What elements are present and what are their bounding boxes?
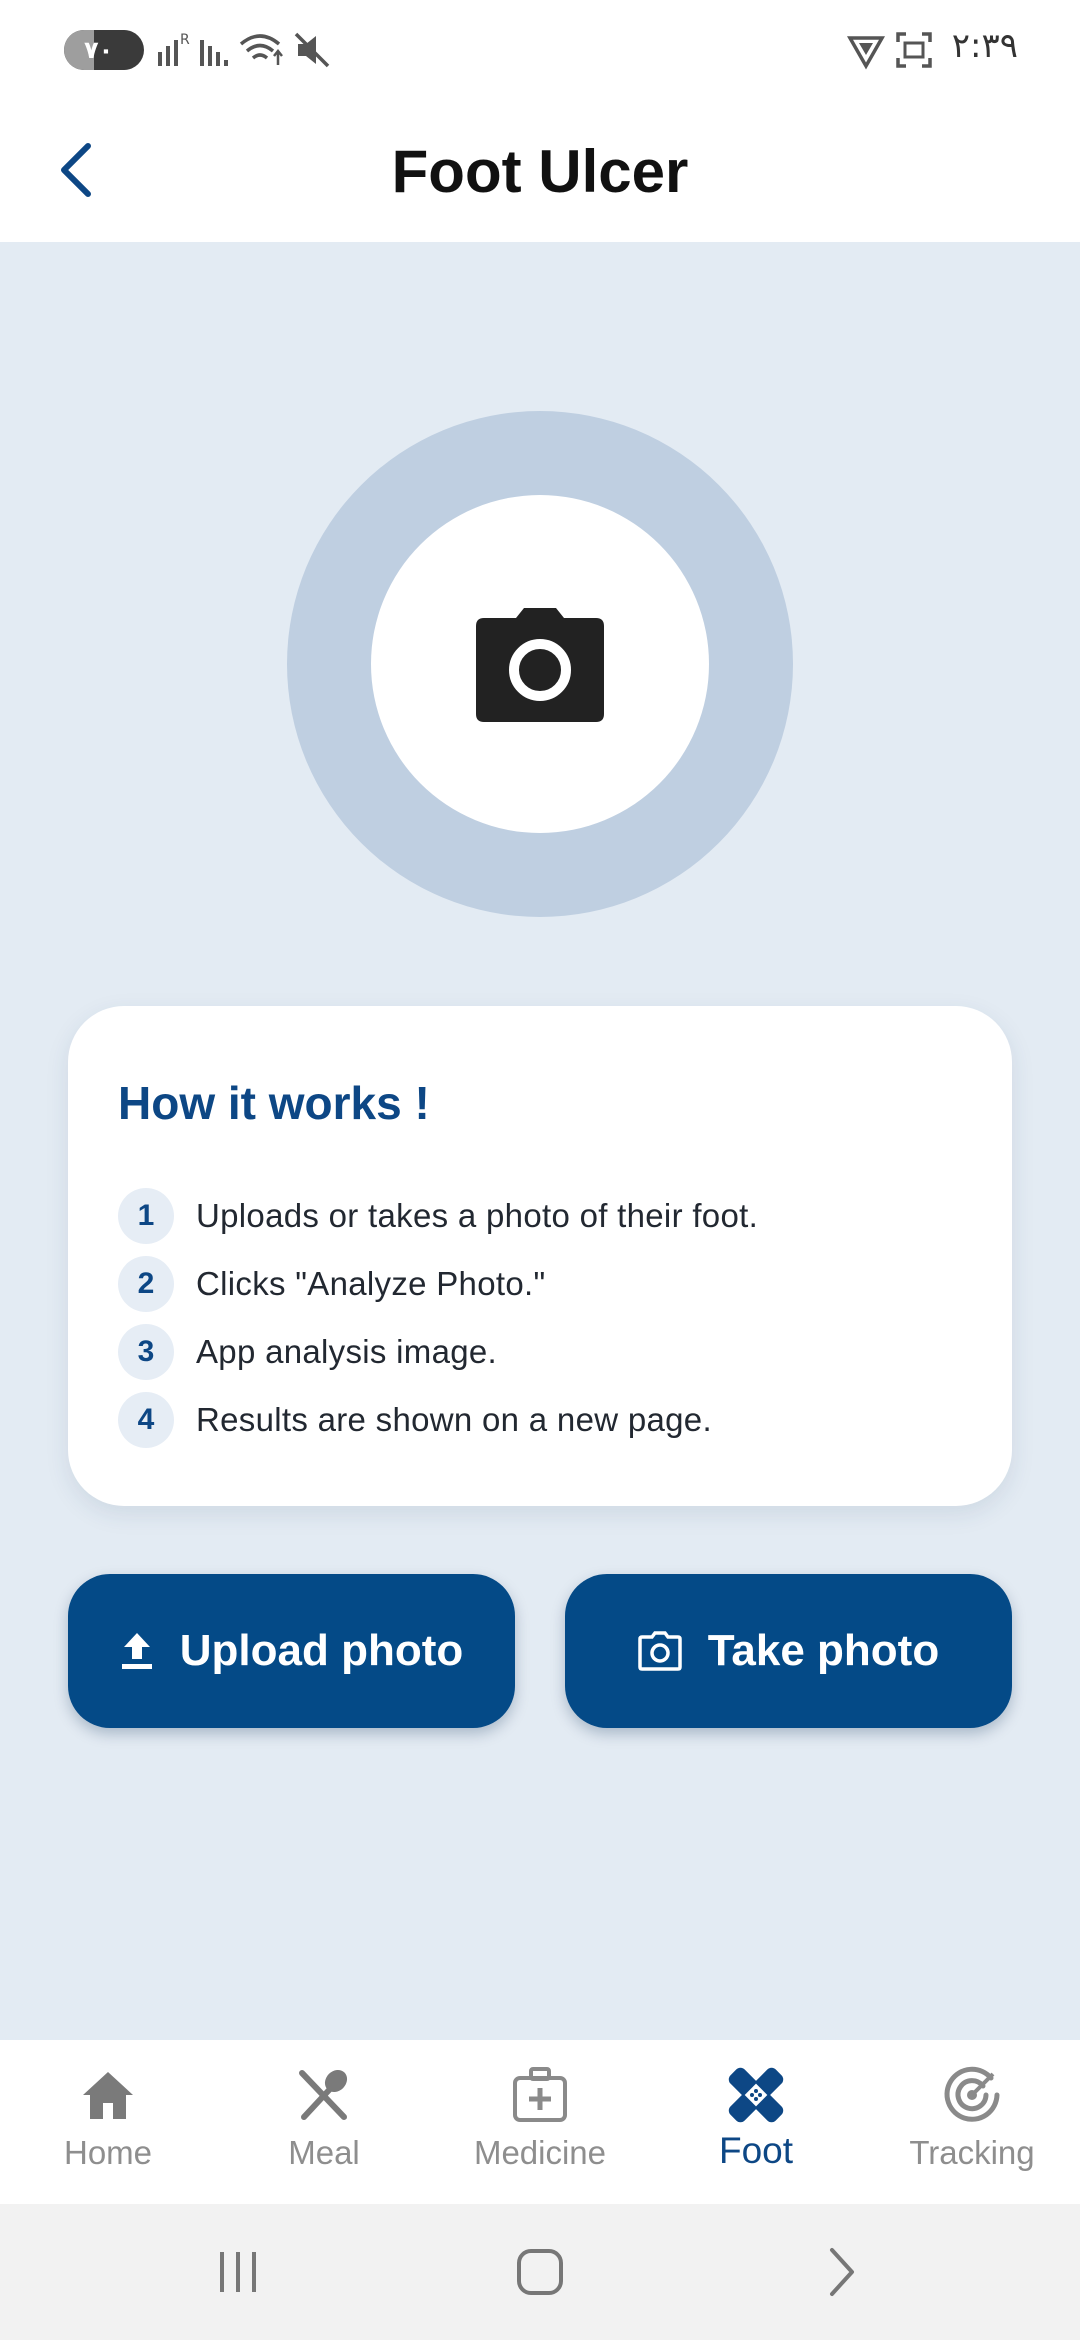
nav-item-foot[interactable]: Foot — [648, 2040, 864, 2204]
take-photo-label: Take photo — [707, 1626, 940, 1675]
step-number: 1 — [118, 1188, 174, 1244]
status-bar: ۷۰ R ۲:۳۹ — [0, 0, 1080, 100]
card-title: How it works ! — [118, 1077, 430, 1129]
bandage-icon — [726, 2064, 786, 2126]
nav-item-tracking[interactable]: Tracking — [864, 2040, 1080, 2204]
step-text: Results are shown on a new page. — [196, 1401, 712, 1438]
nav-label: Foot — [718, 2130, 794, 2171]
back-system-button[interactable] — [802, 2244, 882, 2300]
photo-placeholder[interactable] — [287, 411, 793, 917]
target-icon — [943, 2064, 1001, 2126]
upload-icon — [120, 1631, 154, 1671]
page-title: Foot Ulcer — [391, 137, 689, 205]
app-header: Foot Ulcer — [0, 100, 1080, 242]
medical-kit-icon — [511, 2064, 569, 2126]
nav-item-medicine[interactable]: Medicine — [432, 2040, 648, 2204]
wifi-icon — [239, 34, 283, 65]
list-item: 2 Clicks "Analyze Photo." — [118, 1250, 758, 1318]
home-square-icon — [517, 2249, 563, 2295]
svg-text:R: R — [180, 32, 190, 48]
step-text: Clicks "Analyze Photo." — [196, 1265, 546, 1302]
step-text: Uploads or takes a photo of their foot. — [196, 1197, 759, 1234]
steps-list: 1 Uploads or takes a photo of their foot… — [118, 1182, 758, 1454]
vpn-shield-icon — [846, 36, 886, 70]
mute-icon — [294, 32, 330, 68]
photo-preview-circle[interactable] — [371, 495, 709, 833]
camera-outline-icon — [638, 1631, 682, 1671]
battery-indicator: ۷۰ — [64, 30, 144, 70]
signal-r-icon: R — [158, 32, 190, 66]
upload-photo-button[interactable]: Upload photo — [68, 1574, 515, 1728]
nav-label: Medicine — [473, 2134, 607, 2171]
recent-apps-button[interactable] — [198, 2244, 278, 2300]
battery-level: ۷۰ — [84, 36, 114, 64]
step-number: 4 — [118, 1392, 174, 1448]
nav-item-meal[interactable]: Meal — [216, 2040, 432, 2204]
back-button[interactable] — [36, 130, 116, 210]
nav-label: Meal — [288, 2134, 360, 2171]
take-photo-button[interactable]: Take photo — [565, 1574, 1012, 1728]
status-time: ۲:۳۹ — [951, 26, 1018, 66]
upload-photo-label: Upload photo — [179, 1626, 464, 1675]
utensils-icon — [296, 2064, 352, 2126]
chevron-left-icon — [61, 143, 91, 197]
system-navigation-bar — [0, 2204, 1080, 2340]
step-number: 2 — [118, 1256, 174, 1312]
nav-label: Tracking — [909, 2134, 1035, 2171]
bottom-navigation: Home Meal Medicine Foot Tracking — [0, 2040, 1080, 2204]
home-icon — [80, 2064, 136, 2126]
home-system-button[interactable] — [500, 2244, 580, 2300]
camera-icon — [476, 608, 604, 722]
nav-item-home[interactable]: Home — [0, 2040, 216, 2204]
step-text: App analysis image. — [196, 1333, 498, 1370]
how-it-works-card: How it works ! 1 Uploads or takes a phot… — [68, 1006, 1012, 1506]
chevron-right-icon — [830, 2248, 854, 2296]
step-number: 3 — [118, 1324, 174, 1380]
nav-label: Home — [63, 2134, 153, 2171]
recent-apps-icon — [220, 2252, 256, 2292]
signal-bars-icon — [200, 40, 228, 66]
list-item: 4 Results are shown on a new page. — [118, 1386, 758, 1454]
screenshot-icon — [896, 32, 932, 68]
list-item: 1 Uploads or takes a photo of their foot… — [118, 1182, 758, 1250]
list-item: 3 App analysis image. — [118, 1318, 758, 1386]
